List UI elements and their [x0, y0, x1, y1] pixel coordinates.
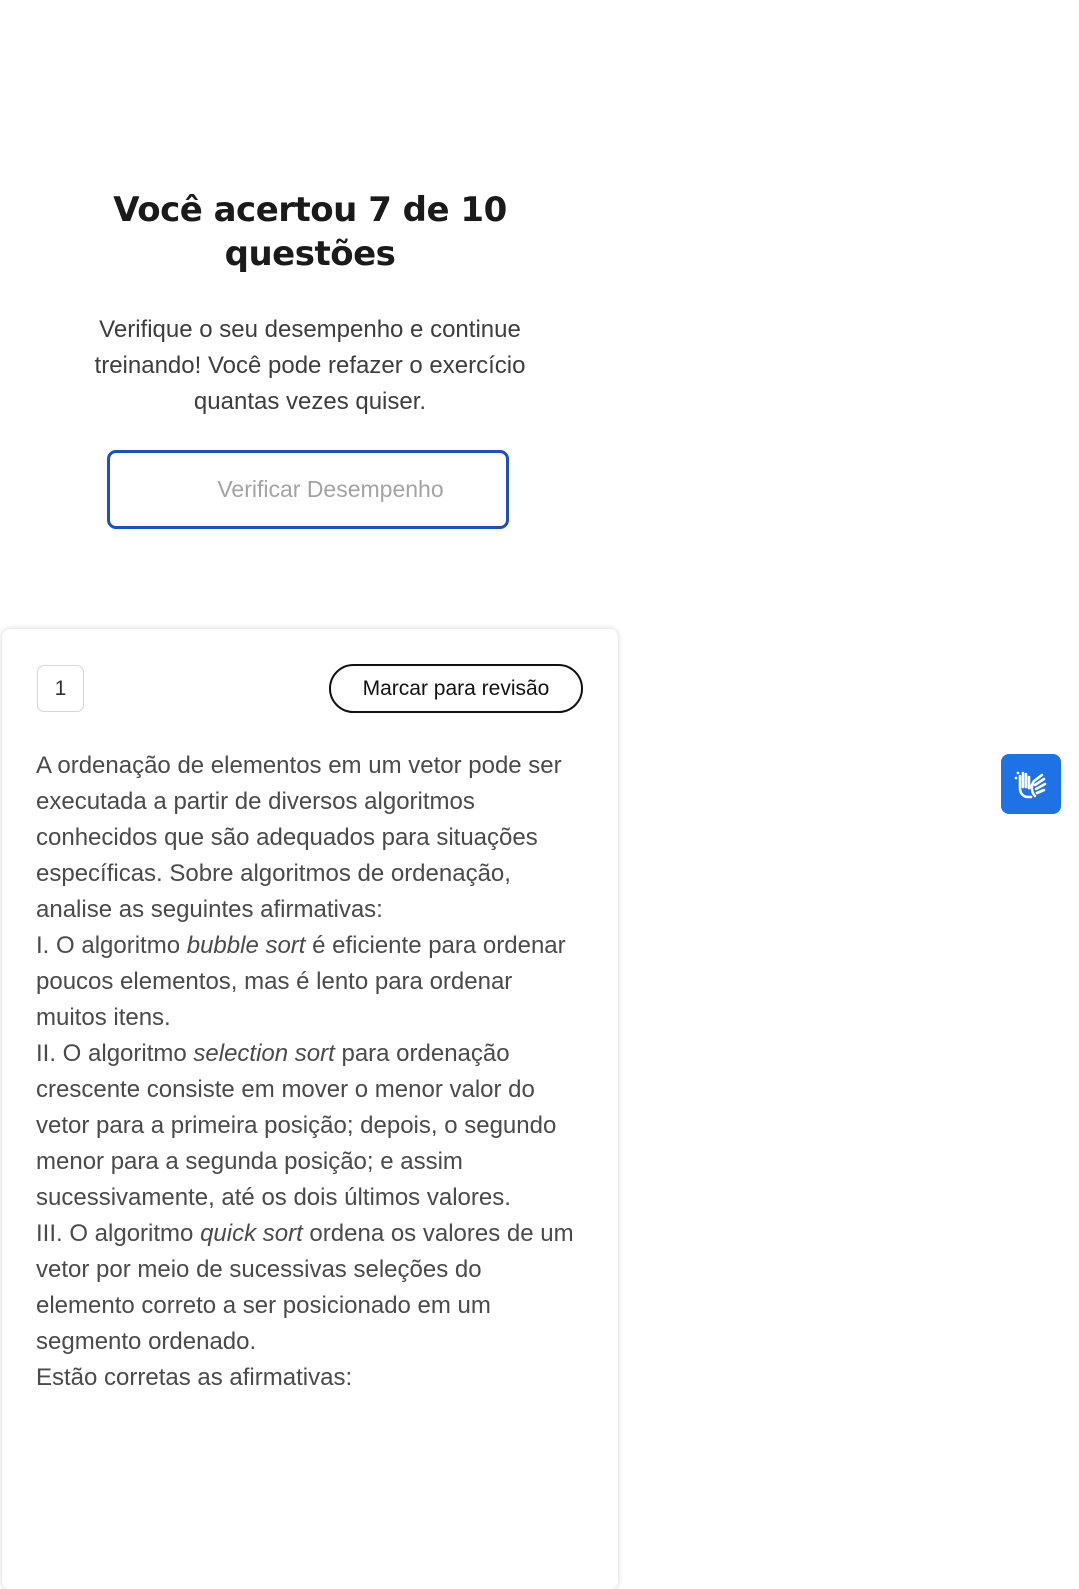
statement-prefix: II. O algoritmo [36, 1040, 194, 1067]
result-title: Você acertou 7 de 10 questões [113, 190, 507, 274]
statement-1: I. O algoritmo bubble sort é eficiente p… [36, 928, 584, 1036]
statement-term: quick sort [200, 1220, 303, 1247]
sign-language-hands-icon [1014, 771, 1047, 799]
mark-for-review-button[interactable]: Marcar para revisão [329, 664, 583, 713]
question-number-badge: 1 [37, 665, 84, 712]
statement-term: selection sort [193, 1040, 335, 1067]
result-subtitle: Verifique o seu desempenho e continue tr… [94, 316, 526, 415]
question-intro: A ordenação de elementos em um vetor pod… [36, 752, 562, 923]
statement-prefix: III. O algoritmo [36, 1220, 201, 1247]
verify-performance-button[interactable]: Verificar Desempenho [107, 450, 509, 529]
question-prompt: Estão corretas as afirmativas: [36, 1364, 353, 1391]
verify-performance-label: Verificar Desempenho [217, 476, 444, 502]
result-summary: Você acertou 7 de 10 questões Verifique … [60, 188, 560, 420]
question-card: 1 Marcar para revisão A ordenação de ele… [2, 629, 618, 1589]
question-text: A ordenação de elementos em um vetor pod… [36, 748, 584, 1396]
statement-term: bubble sort [186, 932, 306, 959]
statement-prefix: I. O algoritmo [36, 932, 187, 959]
statement-2: II. O algoritmo selection sort para orde… [36, 1036, 584, 1216]
sign-language-widget-button[interactable] [1001, 754, 1061, 814]
statement-3: III. O algoritmo quick sort ordena os va… [36, 1216, 584, 1360]
